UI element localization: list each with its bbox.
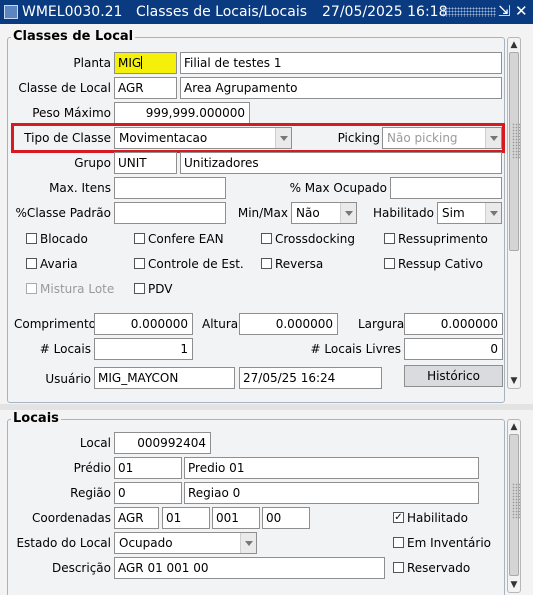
chevron-down-icon [485,203,501,223]
usuario-date-field[interactable]: 27/05/25 16:24 [239,367,382,389]
tipo-classe-select[interactable]: Movimentacao [114,127,292,149]
regiao-name-field[interactable]: Regiao 0 [184,482,479,504]
usuario-field[interactable]: MIG_MAYCON [94,367,235,389]
title-grip [442,7,496,17]
chevron-down-icon [340,203,356,223]
max-ocupado-field[interactable] [390,177,502,199]
grupo-code-field[interactable]: UNIT [114,152,177,174]
max-itens-label: Max. Itens [49,181,111,195]
chevron-down-icon [485,128,501,148]
minimize-icon[interactable]: ⇲ [498,2,511,20]
peso-maximo-field[interactable]: 999,999.000000 [114,102,250,124]
scroll-thumb[interactable] [509,434,520,576]
altura-label: Altura [202,317,239,331]
close-icon[interactable]: ✕ [515,2,528,20]
planta-name-field[interactable]: Filial de testes 1 [180,52,502,74]
planta-code-field[interactable]: MIG [114,52,177,74]
classe-local-code-field[interactable]: AGR [114,77,177,99]
predio-code-field[interactable]: 01 [114,457,182,479]
scroll-up-icon[interactable]: ▲ [508,39,520,51]
picking-select[interactable]: Não picking [382,127,502,149]
scroll-up-icon[interactable]: ▲ [508,421,520,433]
largura-label: Largura [358,317,405,331]
coordenada-3-field[interactable]: 001 [212,507,260,529]
regiao-code-field[interactable]: 0 [114,482,182,504]
num-locais-field[interactable]: 1 [94,338,193,360]
picking-label: Picking [337,131,380,145]
app-icon [4,5,18,19]
habilitado-label: Habilitado [372,206,434,220]
title-datetime: 27/05/2025 16:18 [322,4,448,20]
local-field[interactable]: 000992404 [114,432,211,454]
min-max-label: Min/Max [237,206,288,220]
largura-field[interactable]: 0.000000 [404,313,503,335]
predio-label: Prédio [73,461,111,475]
classe-local-name-field[interactable]: Area Agrupamento [180,77,502,99]
grupo-label: Grupo [74,156,111,170]
chevron-down-icon [275,128,291,148]
form-title: Classes de Locais/Locais [136,4,308,20]
min-max-select[interactable]: Não [291,202,357,224]
planta-label: Planta [73,56,111,70]
coordenada-4-field[interactable]: 00 [262,507,310,529]
historico-button[interactable]: Histórico [404,365,503,387]
scroll-down-icon[interactable]: ▼ [508,375,520,387]
classes-title: Classes de Local [11,29,136,44]
classe-padrao-label: %Classe Padrão [15,206,111,220]
coordenada-1-field[interactable]: AGR [114,507,159,529]
grupo-name-field[interactable]: Unitizadores [180,152,502,174]
classes-scrollbar[interactable]: ▲ ▼ [507,37,521,389]
estado-label: Estado do Local [16,536,111,550]
peso-maximo-label: Peso Máximo [32,106,111,120]
num-locais-label: # Locais [39,342,91,356]
locais-scrollbar[interactable]: ▲ ▼ [507,419,521,593]
num-locais-livres-label: # Locais Livres [310,342,401,356]
num-locais-livres-field[interactable]: 0 [404,338,503,360]
descricao-field[interactable]: AGR 01 001 00 [114,557,385,579]
habilitado-select[interactable]: Sim [437,202,502,224]
descricao-label: Descrição [51,561,111,575]
chevron-down-icon [240,533,256,553]
coordenadas-label: Coordenadas [32,511,111,525]
comprimento-label: Comprimento [14,317,97,331]
scroll-down-icon[interactable]: ▼ [508,579,520,591]
scroll-thumb[interactable] [509,52,520,251]
locais-title: Locais [11,411,61,426]
comprimento-field[interactable]: 0.000000 [94,313,193,335]
estado-select[interactable]: Ocupado [114,532,257,554]
tipo-classe-label: Tipo de Classe [24,131,111,145]
max-ocupado-label: % Max Ocupado [289,181,387,195]
predio-name-field[interactable]: Predio 01 [184,457,479,479]
max-itens-field[interactable] [114,177,226,199]
usuario-label: Usuário [45,372,91,386]
checkmark-icon: ✓ [393,512,404,523]
classe-local-label: Classe de Local [18,81,111,95]
classe-padrao-field[interactable] [114,202,226,224]
regiao-label: Região [70,486,111,500]
altura-field[interactable]: 0.000000 [239,313,338,335]
title-bar: WMEL0030.21 Classes de Locais/Locais 27/… [0,0,533,24]
form-code: WMEL0030.21 [22,4,123,20]
local-label: Local [79,436,111,450]
coordenada-2-field[interactable]: 01 [162,507,210,529]
